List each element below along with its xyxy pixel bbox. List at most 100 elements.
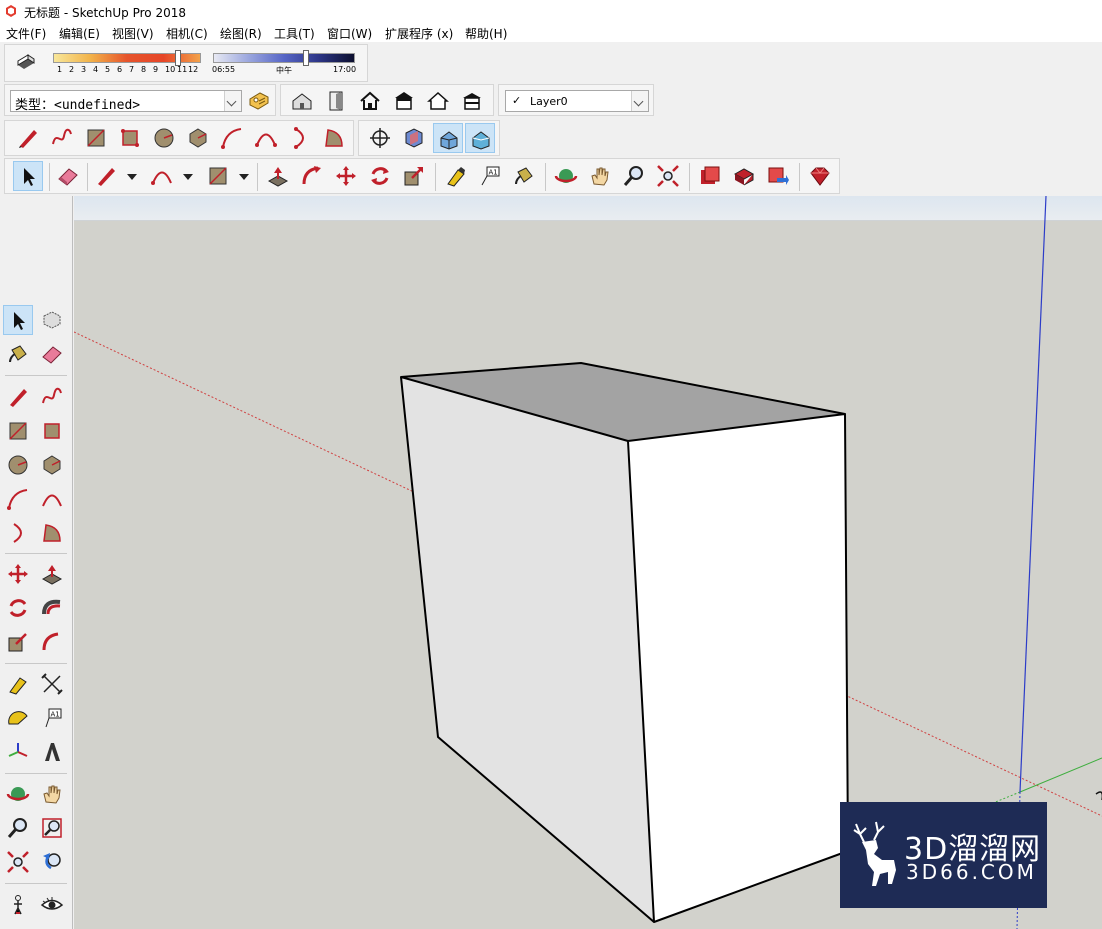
extension-warehouse-button[interactable] — [805, 161, 835, 191]
previous-view-button[interactable] — [37, 847, 67, 877]
axes-tool-button[interactable] — [3, 737, 33, 767]
freehand-tool-button[interactable] — [47, 123, 77, 153]
menu-tools[interactable]: 工具(T) — [274, 25, 315, 42]
rotated-rectangle-button[interactable] — [37, 416, 67, 446]
pencil-dropdown-button[interactable] — [91, 161, 121, 191]
month-slider-thumb[interactable] — [175, 50, 181, 66]
house-outline-button[interactable] — [423, 86, 453, 116]
text-tool-button[interactable]: A1 — [475, 161, 505, 191]
paint-bucket-button[interactable] — [509, 161, 539, 191]
push-pull-tool-button[interactable] — [263, 161, 293, 191]
iso-house-flat-icon — [472, 131, 490, 150]
section-plane-button[interactable] — [399, 123, 429, 153]
pan-tool-button[interactable] — [585, 161, 615, 191]
eraser-tool-button[interactable] — [53, 161, 83, 191]
open-door-button[interactable] — [321, 86, 351, 116]
follow-me-tool-button[interactable] — [297, 161, 327, 191]
time-slider[interactable] — [213, 53, 355, 63]
look-around-button[interactable] — [37, 890, 67, 920]
warehouse-button[interactable] — [695, 161, 725, 191]
pie-tool-button[interactable] — [319, 123, 349, 153]
follow-me-tool-button[interactable] — [37, 627, 67, 657]
select-tool-button[interactable] — [3, 305, 33, 335]
class-tag-icon — [249, 92, 269, 110]
menu-edit[interactable]: 编辑(E) — [59, 25, 100, 42]
share-model-button[interactable] — [729, 161, 759, 191]
scale-tool-button[interactable] — [399, 161, 429, 191]
eraser-tool-button[interactable] — [37, 339, 67, 369]
warehouse-house-button[interactable] — [287, 86, 317, 116]
position-camera-button[interactable] — [365, 123, 395, 153]
rectangle-tool-button[interactable] — [3, 416, 33, 446]
tape-measure-button[interactable] — [441, 161, 471, 191]
select-tool-button[interactable] — [13, 161, 43, 191]
chevron-down-icon[interactable] — [127, 174, 137, 180]
menu-draw[interactable]: 绘图(R) — [220, 25, 262, 42]
menu-extensions[interactable]: 扩展程序 (x) — [385, 25, 453, 42]
zoom-extents-button[interactable] — [3, 847, 33, 877]
scale-tool-button[interactable] — [3, 627, 33, 657]
protractor-button[interactable] — [3, 703, 33, 733]
rectangle-tool-button[interactable] — [81, 123, 111, 153]
zoom-window-button[interactable] — [37, 813, 67, 843]
separator — [5, 883, 67, 884]
zoom-tool-button[interactable] — [619, 161, 649, 191]
position-camera-button[interactable] — [3, 890, 33, 920]
rectangle-dropdown-button[interactable] — [203, 161, 233, 191]
polygon-tool-button[interactable] — [183, 123, 213, 153]
zoom-extents-button[interactable] — [653, 161, 683, 191]
rotate-tool-button[interactable] — [3, 593, 33, 623]
menu-view[interactable]: 视图(V) — [112, 25, 154, 42]
watermark-badge: 3D溜溜网 3D66.COM — [840, 802, 1047, 908]
share-component-button[interactable] — [763, 161, 793, 191]
three-point-arc-button[interactable] — [3, 518, 33, 548]
menu-window[interactable]: 窗口(W) — [327, 25, 372, 42]
circle-tool-button[interactable] — [3, 450, 33, 480]
polygon-tool-button[interactable] — [37, 450, 67, 480]
make-component-button[interactable] — [37, 305, 67, 335]
pie-tool-button[interactable] — [37, 518, 67, 548]
line-tool-button[interactable] — [3, 382, 33, 412]
dimension-tool-button[interactable] — [37, 669, 67, 699]
two-point-arc-button[interactable] — [37, 484, 67, 514]
house-flat-button[interactable] — [457, 86, 487, 116]
house-top-button[interactable] — [389, 86, 419, 116]
zoom-tool-button[interactable] — [3, 813, 33, 843]
menu-camera[interactable]: 相机(C) — [166, 25, 208, 42]
three-point-arc-button[interactable] — [285, 123, 315, 153]
type-browse-button[interactable] — [244, 86, 274, 116]
chevron-down-icon — [224, 91, 241, 111]
pan-tool-button[interactable] — [37, 779, 67, 809]
rotated-rectangle-button[interactable] — [115, 123, 145, 153]
line-tool-button[interactable] — [13, 123, 43, 153]
layer-select[interactable]: ✓ Layer0 — [505, 90, 649, 112]
menu-file[interactable]: 文件(F) — [6, 25, 46, 42]
arc-tool-button[interactable] — [217, 123, 247, 153]
menu-help[interactable]: 帮助(H) — [465, 25, 507, 42]
time-slider-thumb[interactable] — [303, 50, 309, 66]
shadow-settings-button[interactable] — [11, 48, 41, 78]
home-view-button[interactable] — [355, 86, 385, 116]
paint-bucket-button[interactable] — [3, 339, 33, 369]
orbit-tool-button[interactable] — [3, 779, 33, 809]
push-pull-tool-button[interactable] — [37, 559, 67, 589]
orbit-tool-button[interactable] — [551, 161, 581, 191]
text-tool-button[interactable]: A1 — [37, 703, 67, 733]
freehand-tool-button[interactable] — [37, 382, 67, 412]
view-iso-button[interactable] — [433, 123, 463, 153]
arc-tool-button[interactable] — [3, 484, 33, 514]
move-tool-button[interactable] — [331, 161, 361, 191]
tape-measure-button[interactable] — [3, 669, 33, 699]
window-title: 无标题 - SketchUp Pro 2018 — [24, 6, 186, 20]
view-top-house-button[interactable] — [465, 123, 495, 153]
move-tool-button[interactable] — [3, 559, 33, 589]
type-select[interactable]: 类型：<undefined> — [10, 90, 242, 113]
3d-text-button[interactable] — [37, 737, 67, 767]
offset-tool-button[interactable] — [37, 593, 67, 623]
circle-tool-button[interactable] — [149, 123, 179, 153]
arc-dropdown-button[interactable] — [147, 161, 177, 191]
chevron-down-icon[interactable] — [239, 174, 249, 180]
rotate-tool-button[interactable] — [365, 161, 395, 191]
chevron-down-icon[interactable] — [183, 174, 193, 180]
two-point-arc-button[interactable] — [251, 123, 281, 153]
